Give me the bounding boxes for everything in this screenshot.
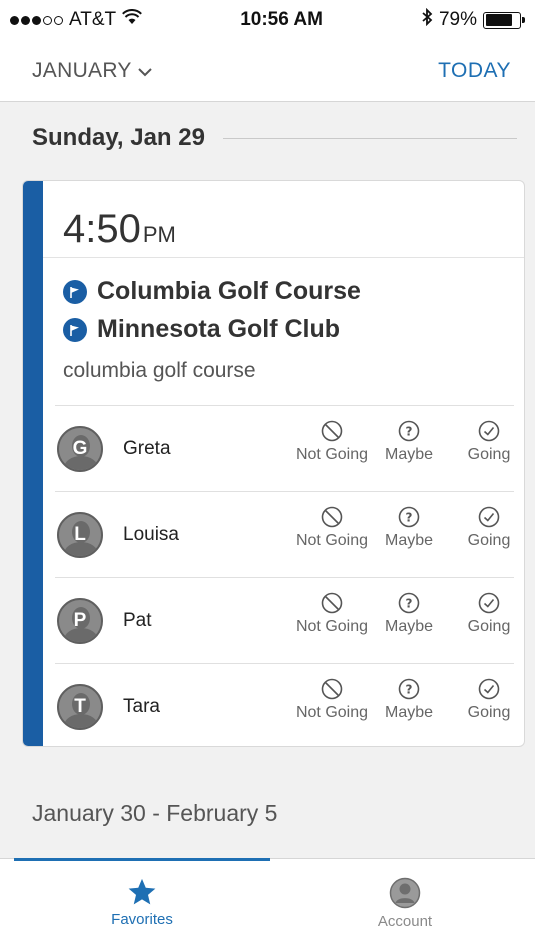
maybe-button[interactable]: ? Maybe bbox=[380, 678, 438, 722]
day-label: Sunday, Jan 29 bbox=[32, 124, 205, 151]
avatar-initial: G bbox=[72, 437, 88, 459]
not-going-label: Not Going bbox=[295, 446, 369, 463]
svg-text:?: ? bbox=[406, 511, 413, 525]
check-icon bbox=[478, 420, 500, 442]
check-icon bbox=[478, 592, 500, 614]
month-label: JANUARY bbox=[32, 58, 132, 82]
not-going-button[interactable]: Not Going bbox=[290, 506, 374, 550]
not-going-button[interactable]: Not Going bbox=[290, 420, 374, 464]
account-icon bbox=[389, 877, 421, 909]
golf-flag-icon bbox=[63, 279, 87, 304]
calendar-header: JANUARY TODAY bbox=[0, 40, 535, 102]
golf-flag-icon bbox=[63, 317, 87, 342]
not-going-icon bbox=[321, 506, 343, 528]
event-accent-bar bbox=[23, 181, 43, 746]
avatar: L bbox=[57, 511, 103, 558]
going-button[interactable]: Going bbox=[463, 506, 515, 550]
event-note: columbia golf course bbox=[63, 359, 256, 382]
tab-bar: Favorites Account bbox=[0, 858, 535, 937]
location-row[interactable]: Columbia Golf Course bbox=[63, 277, 361, 306]
not-going-button[interactable]: Not Going bbox=[290, 678, 374, 722]
maybe-button[interactable]: ? Maybe bbox=[380, 420, 438, 464]
chevron-down-icon bbox=[138, 59, 152, 83]
tab-favorites-label: Favorites bbox=[111, 911, 173, 928]
status-bar: AT&T 10:56 AM 79% bbox=[0, 0, 535, 40]
event-card[interactable]: 4:50PM Columbia Golf Course Minnesota Go… bbox=[22, 180, 525, 747]
battery-icon bbox=[483, 11, 525, 29]
event-time: 4:50PM bbox=[63, 207, 176, 252]
wifi-icon bbox=[122, 9, 143, 31]
avatar: P bbox=[57, 597, 103, 644]
today-button[interactable]: TODAY bbox=[438, 59, 511, 83]
battery-fill bbox=[485, 14, 512, 26]
event-time-value: 4:50 bbox=[63, 207, 141, 251]
attendee-name: Greta bbox=[123, 437, 171, 459]
week-range-heading: January 30 - February 5 bbox=[32, 800, 278, 826]
question-icon: ? bbox=[398, 420, 420, 442]
month-picker[interactable]: JANUARY bbox=[32, 59, 152, 83]
maybe-button[interactable]: ? Maybe bbox=[380, 506, 438, 550]
signal-strength-icon bbox=[10, 15, 63, 25]
status-right: 79% bbox=[421, 7, 525, 32]
attendee-name: Tara bbox=[123, 695, 160, 717]
going-label: Going bbox=[467, 704, 511, 721]
question-icon: ? bbox=[398, 506, 420, 528]
going-label: Going bbox=[467, 618, 511, 635]
not-going-button[interactable]: Not Going bbox=[290, 592, 374, 636]
going-label: Going bbox=[467, 532, 511, 549]
location-name: Minnesota Golf Club bbox=[97, 315, 341, 343]
battery-percent: 79% bbox=[438, 9, 477, 30]
maybe-label: Maybe bbox=[384, 704, 434, 721]
not-going-label: Not Going bbox=[295, 618, 369, 635]
divider bbox=[222, 137, 517, 139]
not-going-label: Not Going bbox=[295, 704, 369, 721]
svg-text:?: ? bbox=[406, 597, 413, 611]
maybe-label: Maybe bbox=[384, 446, 434, 463]
avatar: T bbox=[57, 683, 103, 730]
svg-text:?: ? bbox=[406, 683, 413, 697]
avatar: G bbox=[57, 425, 103, 472]
tab-favorites[interactable]: Favorites bbox=[57, 877, 227, 928]
going-button[interactable]: Going bbox=[463, 592, 515, 636]
maybe-label: Maybe bbox=[384, 532, 434, 549]
question-icon: ? bbox=[398, 592, 420, 614]
tab-account-label: Account bbox=[377, 913, 433, 930]
attendee-row: G Greta Not Going ? Maybe Going bbox=[55, 405, 514, 491]
attendee-list: G Greta Not Going ? Maybe Going L Louisa bbox=[55, 405, 515, 746]
star-icon bbox=[128, 878, 156, 905]
not-going-icon bbox=[321, 420, 343, 442]
location-name: Columbia Golf Course bbox=[97, 277, 361, 305]
day-heading: Sunday, Jan 29 bbox=[32, 124, 517, 152]
maybe-label: Maybe bbox=[384, 618, 434, 635]
bluetooth-icon bbox=[421, 7, 433, 32]
not-going-label: Not Going bbox=[295, 532, 369, 549]
attendee-name: Louisa bbox=[123, 523, 179, 545]
check-icon bbox=[478, 678, 500, 700]
not-going-icon bbox=[321, 678, 343, 700]
attendee-row: T Tara Not Going ? Maybe Going bbox=[55, 663, 515, 746]
attendee-row: L Louisa Not Going ? Maybe Going bbox=[55, 491, 514, 577]
status-time: 10:56 AM bbox=[240, 9, 323, 30]
avatar-initial: L bbox=[74, 523, 86, 545]
status-left: AT&T bbox=[10, 9, 143, 31]
going-button[interactable]: Going bbox=[463, 678, 515, 722]
going-button[interactable]: Going bbox=[463, 420, 515, 464]
attendee-name: Pat bbox=[123, 609, 152, 631]
check-icon bbox=[478, 506, 500, 528]
going-label: Going bbox=[467, 446, 511, 463]
attendee-row: P Pat Not Going ? Maybe Going bbox=[55, 577, 514, 663]
tab-active-indicator bbox=[14, 858, 270, 861]
avatar-initial: T bbox=[74, 695, 86, 717]
event-time-ampm: PM bbox=[142, 222, 176, 247]
question-icon: ? bbox=[398, 678, 420, 700]
carrier-label: AT&T bbox=[69, 9, 117, 30]
location-row[interactable]: Minnesota Golf Club bbox=[63, 315, 340, 344]
svg-text:?: ? bbox=[406, 425, 413, 439]
divider bbox=[43, 257, 524, 258]
not-going-icon bbox=[321, 592, 343, 614]
avatar-initial: P bbox=[73, 609, 87, 631]
tab-account[interactable]: Account bbox=[320, 877, 490, 930]
maybe-button[interactable]: ? Maybe bbox=[380, 592, 438, 636]
